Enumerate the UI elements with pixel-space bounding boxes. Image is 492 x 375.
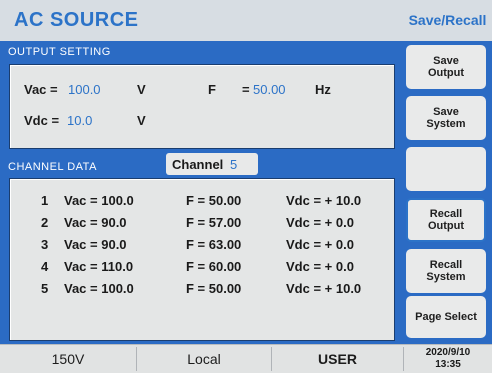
row-vdc: Vdc = + 0.0: [286, 215, 354, 230]
row-freq: F = 57.00: [186, 215, 242, 230]
row-vdc: Vdc = + 10.0: [286, 281, 362, 296]
channel-label: Channel: [172, 157, 224, 172]
table-row: 3 Vac = 90.0 F = 63.00 Vdc = + 0.0: [10, 237, 390, 259]
table-row: 1 Vac = 100.0 F = 50.00 Vdc = + 10.0: [10, 193, 390, 215]
date-time: 2020/9/10 13:35: [404, 345, 492, 375]
row-vac: Vac = 90.0: [64, 237, 127, 252]
table-row: 2 Vac = 90.0 F = 57.00 Vdc = + 0.0: [10, 215, 390, 237]
row-number: 5: [41, 281, 49, 296]
row-number: 4: [41, 259, 49, 274]
channel-data-label: CHANNEL DATA: [8, 161, 97, 173]
vac-value[interactable]: 100.0: [68, 82, 101, 97]
date: 2020/9/10: [425, 347, 471, 358]
channel-selector[interactable]: Channel 5: [166, 153, 258, 175]
row-vac: Vac = 100.0: [64, 193, 134, 208]
recall-system-button[interactable]: Recall System: [406, 249, 486, 293]
row-freq: F = 63.00: [186, 237, 242, 252]
vdc-unit: V: [137, 113, 146, 128]
row-freq: F = 50.00: [186, 193, 242, 208]
voltage-range: 150V: [51, 351, 85, 367]
row-number: 3: [41, 237, 49, 252]
save-recall-header: Save/Recall: [403, 0, 492, 41]
empty-softkey[interactable]: [406, 147, 486, 191]
vdc-label: Vdc =: [24, 113, 60, 128]
table-row: 4 Vac = 110.0 F = 60.00 Vdc = + 0.0: [10, 259, 390, 281]
save-output-button[interactable]: Save Output: [406, 45, 486, 89]
row-vac: Vac = 100.0: [64, 281, 134, 296]
user-level: USER: [318, 351, 357, 367]
freq-equals: =: [242, 82, 250, 97]
channel-data-table: 1 Vac = 100.0 F = 50.00 Vdc = + 10.0 2 V…: [9, 178, 395, 341]
vac-label: Vac =: [24, 82, 58, 97]
output-setting-label: OUTPUT SETTING: [8, 46, 111, 58]
row-vac: Vac = 90.0: [64, 215, 127, 230]
row-number: 1: [41, 193, 49, 208]
vdc-value[interactable]: 10.0: [67, 113, 92, 128]
save-system-button[interactable]: Save System: [406, 96, 486, 140]
freq-value[interactable]: 50.00: [253, 82, 286, 97]
row-number: 2: [41, 215, 49, 230]
vac-unit: V: [137, 82, 146, 97]
table-row: 5 Vac = 100.0 F = 50.00 Vdc = + 10.0: [10, 281, 390, 303]
page-title: AC SOURCE: [14, 9, 139, 31]
save-recall-title: Save/Recall: [408, 12, 487, 28]
page-select-button[interactable]: Page Select: [406, 296, 486, 338]
output-setting-box: Vac = 100.0 V F = 50.00 Hz Vdc = 10.0 V: [9, 64, 395, 149]
row-vdc: Vdc = + 0.0: [286, 259, 354, 274]
channel-value[interactable]: 5: [230, 157, 237, 172]
remote-mode: Local: [187, 351, 221, 367]
row-vdc: Vdc = + 0.0: [286, 237, 354, 252]
status-bar: 150V Local USER 2020/9/10 13:35: [0, 344, 492, 373]
row-vac: Vac = 110.0: [64, 259, 134, 274]
title-bar: AC SOURCE: [0, 0, 403, 41]
freq-unit: Hz: [315, 82, 331, 97]
freq-label: F: [208, 82, 216, 97]
row-freq: F = 60.00: [186, 259, 242, 274]
time: 13:35: [435, 359, 461, 370]
recall-output-button[interactable]: Recall Output: [406, 198, 486, 242]
row-freq: F = 50.00: [186, 281, 242, 296]
row-vdc: Vdc = + 10.0: [286, 193, 362, 208]
